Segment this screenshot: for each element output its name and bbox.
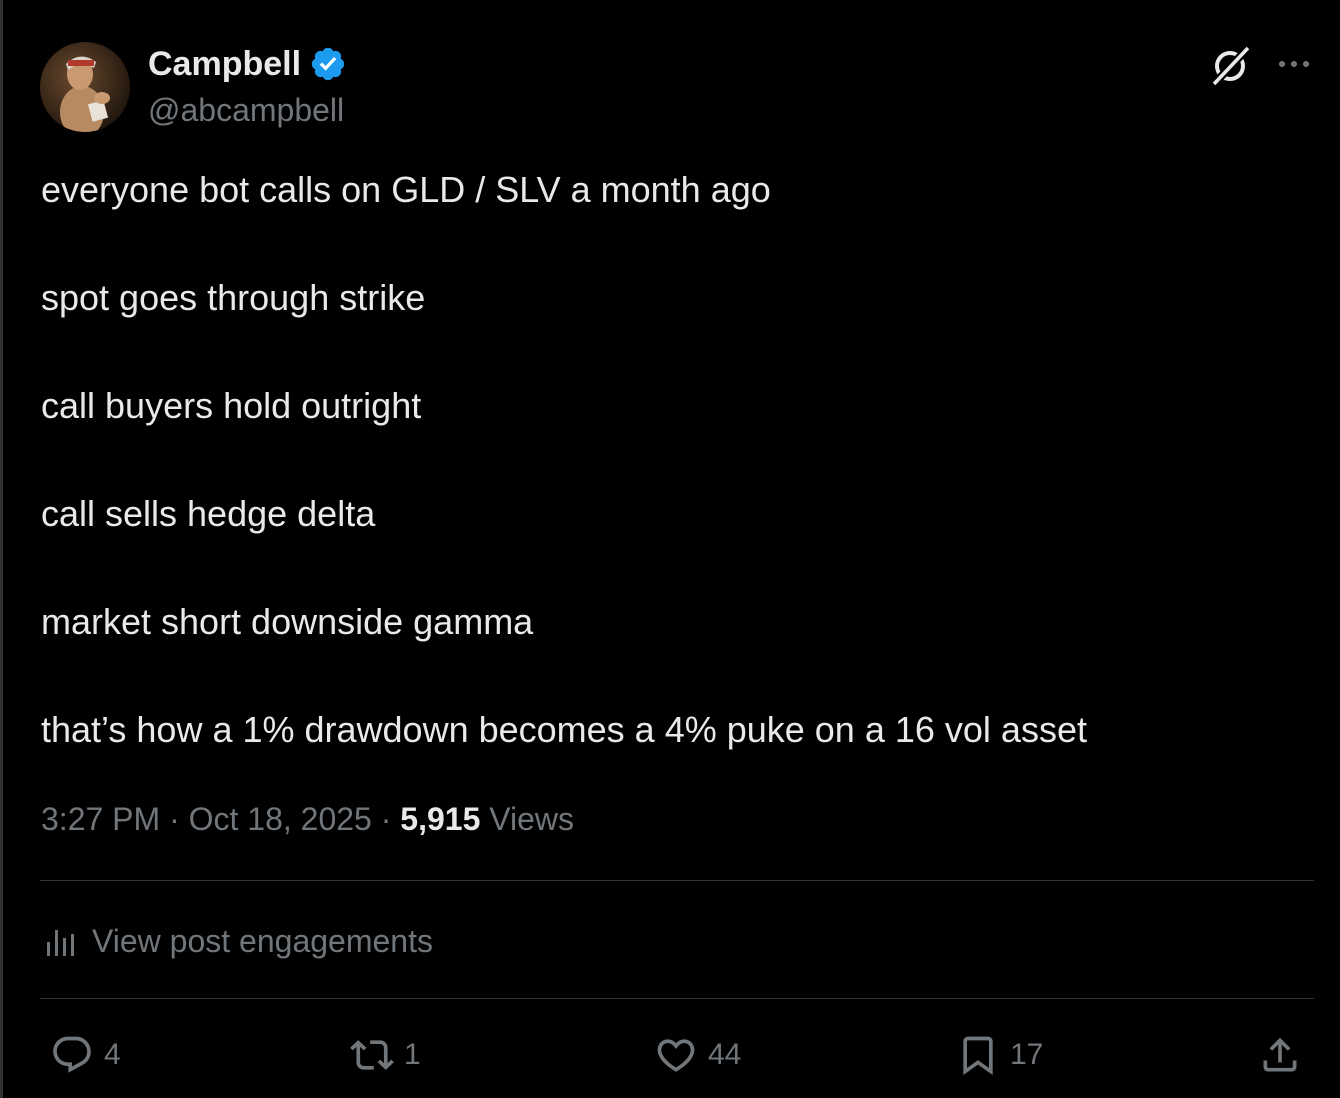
grok-icon[interactable] bbox=[1208, 42, 1254, 88]
view-engagements-link[interactable]: View post engagements bbox=[44, 918, 433, 964]
meta-separator: · bbox=[380, 801, 392, 837]
tweet-text-line: call sells hedge delta bbox=[41, 493, 376, 534]
reply-icon bbox=[53, 1036, 91, 1073]
tweet-text-line: call buyers hold outright bbox=[41, 385, 422, 426]
author-name-row[interactable]: Campbell bbox=[148, 44, 347, 84]
avatar[interactable] bbox=[40, 42, 130, 132]
tweet-time[interactable]: 3:27 PM bbox=[41, 801, 160, 837]
more-icon[interactable] bbox=[1276, 52, 1312, 76]
verified-badge-icon[interactable] bbox=[309, 45, 347, 83]
divider bbox=[40, 998, 1314, 999]
repost-button[interactable]: 1 bbox=[350, 1030, 421, 1080]
bookmark-count: 17 bbox=[1010, 1038, 1044, 1071]
like-button[interactable]: 44 bbox=[654, 1030, 741, 1080]
author-display-name[interactable]: Campbell bbox=[148, 44, 301, 84]
views-label: Views bbox=[489, 801, 575, 837]
reply-count: 4 bbox=[104, 1038, 121, 1071]
repost-icon bbox=[350, 1040, 394, 1070]
analytics-icon bbox=[47, 930, 74, 956]
tweet-text-line: that’s how a 1% drawdown becomes a 4% pu… bbox=[41, 709, 1087, 750]
bookmark-button[interactable]: 17 bbox=[956, 1030, 1043, 1080]
like-icon bbox=[657, 1039, 695, 1072]
tweet-meta: 3:27 PM · Oct 18, 2025 · 5,915 Views bbox=[41, 798, 574, 840]
view-engagements-label[interactable]: View post engagements bbox=[92, 923, 433, 960]
avatar-image bbox=[40, 42, 130, 132]
like-count: 44 bbox=[708, 1038, 742, 1071]
repost-count: 1 bbox=[404, 1038, 421, 1071]
reply-button[interactable]: 4 bbox=[50, 1030, 121, 1080]
tweet-text-line: spot goes through strike bbox=[41, 277, 426, 318]
views-count: 5,915 bbox=[400, 801, 481, 837]
share-icon bbox=[1263, 1037, 1297, 1072]
divider bbox=[40, 880, 1314, 881]
tweet-text-line: market short downside gamma bbox=[41, 601, 534, 642]
left-border bbox=[0, 0, 3, 1098]
tweet-text-line: everyone bot calls on GLD / SLV a month … bbox=[41, 169, 771, 210]
meta-separator: · bbox=[169, 801, 180, 837]
tweet: Campbell @abcampbell everyone bot calls … bbox=[40, 0, 1314, 1098]
tweet-date[interactable]: Oct 18, 2025 bbox=[189, 801, 372, 837]
bookmark-icon bbox=[963, 1036, 993, 1076]
share-button[interactable] bbox=[1258, 1030, 1302, 1080]
author-handle[interactable]: @abcampbell bbox=[148, 90, 344, 130]
